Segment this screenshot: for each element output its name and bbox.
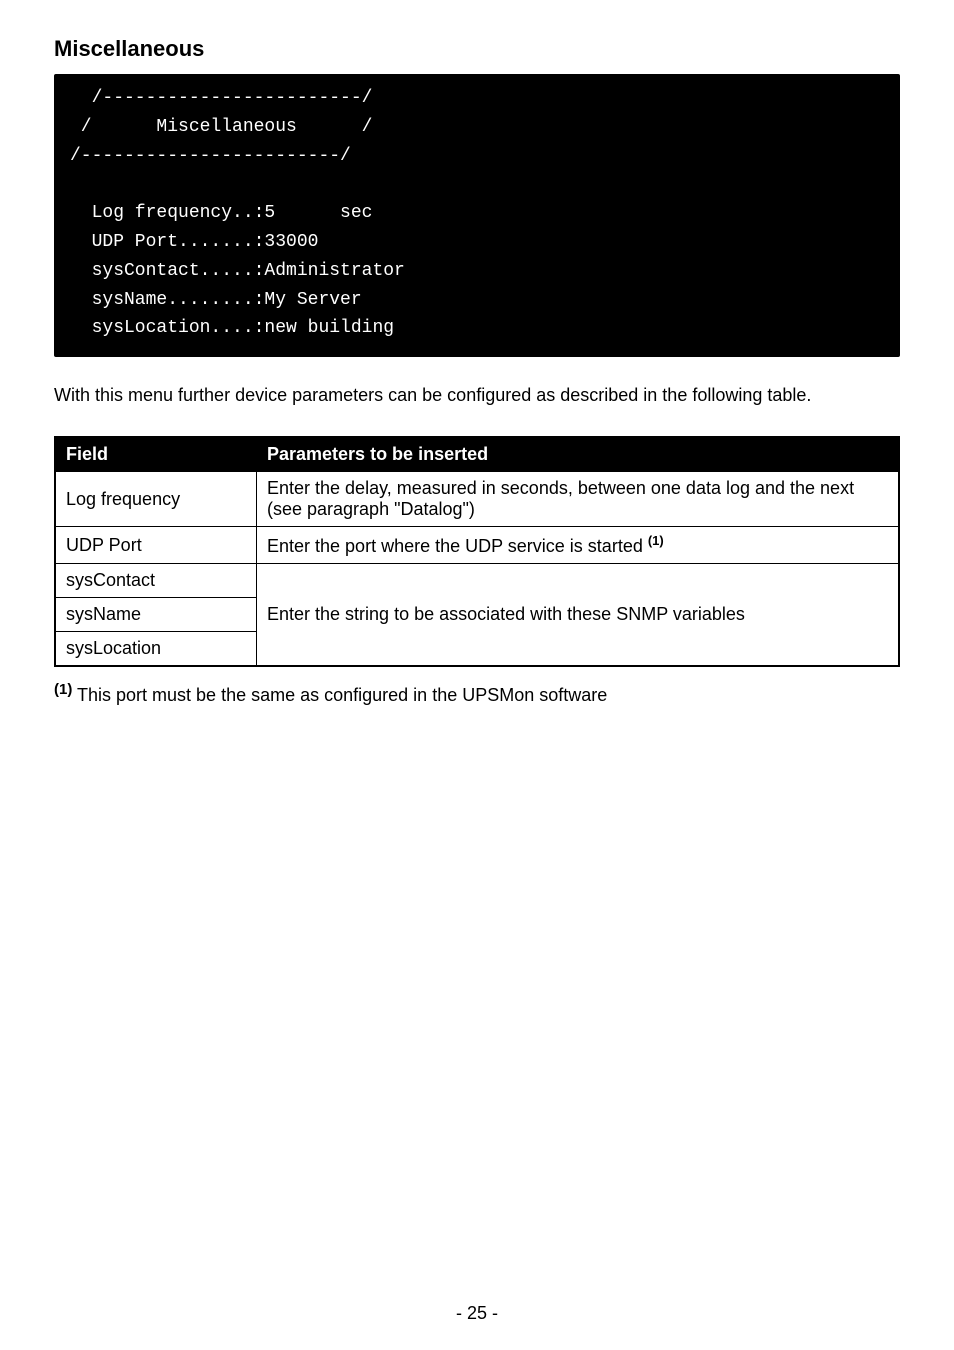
footnote: (1) This port must be the same as config… (54, 681, 900, 706)
intro-paragraph: With this menu further device parameters… (54, 385, 900, 406)
cell-params: Enter the delay, measured in seconds, be… (257, 472, 900, 527)
page-number: - 25 - (0, 1303, 954, 1324)
table-row: Log frequency Enter the delay, measured … (55, 472, 899, 527)
cell-params: Enter the port where the UDP service is … (257, 527, 900, 564)
table-row: UDP Port Enter the port where the UDP se… (55, 527, 899, 564)
footnote-ref: (1) (648, 533, 664, 548)
parameters-table: Field Parameters to be inserted Log freq… (54, 436, 900, 667)
cell-params-text: Enter the port where the UDP service is … (267, 536, 648, 556)
cell-field: UDP Port (55, 527, 257, 564)
cell-field: Log frequency (55, 472, 257, 527)
section-heading: Miscellaneous (54, 36, 900, 62)
cell-field: sysContact (55, 564, 257, 598)
terminal-screen: /------------------------/ / Miscellaneo… (54, 74, 900, 357)
col-header-field: Field (55, 437, 257, 472)
cell-field: sysLocation (55, 632, 257, 667)
table-row: sysContact Enter the string to be associ… (55, 564, 899, 598)
footnote-text: This port must be the same as configured… (72, 685, 607, 705)
table-header-row: Field Parameters to be inserted (55, 437, 899, 472)
cell-params-shared: Enter the string to be associated with t… (257, 564, 900, 667)
col-header-params: Parameters to be inserted (257, 437, 900, 472)
cell-field: sysName (55, 598, 257, 632)
footnote-marker: (1) (54, 681, 72, 698)
